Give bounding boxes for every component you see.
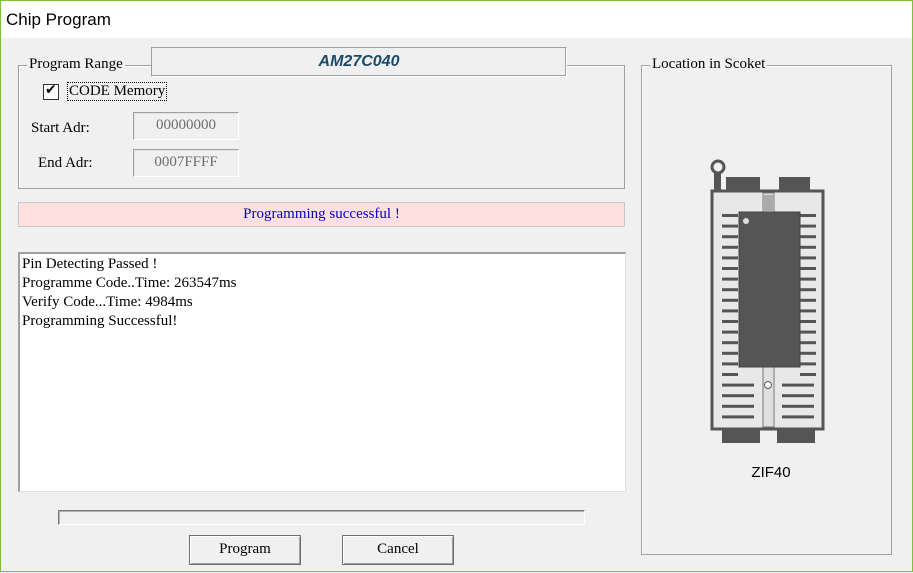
chip-name-display: AM27C040 — [151, 47, 567, 77]
chip-name: AM27C040 — [318, 53, 400, 70]
end-addr-label: End Adr: — [38, 155, 93, 171]
log-line: Verify Code...Time: 4984ms — [22, 294, 193, 310]
socket-location-group — [641, 65, 892, 555]
status-message: Programming successful ! — [243, 206, 400, 222]
start-addr-field[interactable]: 00000000 — [133, 112, 239, 140]
start-addr-value: 00000000 — [156, 117, 216, 133]
code-memory-label[interactable]: CODE Memory — [67, 82, 168, 101]
code-memory-checkbox[interactable]: ✔ — [43, 82, 59, 100]
log-line: Pin Detecting Passed ! — [22, 256, 158, 272]
cancel-button[interactable]: Cancel — [342, 535, 454, 565]
progress-bar — [58, 510, 585, 525]
log-line: Programming Successful! — [22, 313, 178, 329]
log-output[interactable]: Pin Detecting Passed ! Programme Code..T… — [18, 252, 626, 492]
title-bar[interactable]: Chip Program — [1, 1, 912, 38]
program-range-legend: Program Range — [27, 56, 125, 73]
end-addr-value: 0007FFFF — [154, 154, 218, 170]
end-addr-field[interactable]: 0007FFFF — [133, 149, 239, 177]
socket-name: ZIF40 — [751, 464, 791, 481]
log-line: Programme Code..Time: 263547ms — [22, 275, 237, 291]
socket-location-legend: Location in Scoket — [650, 56, 768, 73]
program-button[interactable]: Program — [189, 535, 301, 565]
status-banner: Programming successful ! — [18, 202, 625, 227]
start-addr-label: Start Adr: — [31, 120, 90, 136]
window-title: Chip Program — [6, 10, 111, 29]
checkmark-icon: ✔ — [45, 82, 57, 98]
chip-program-window: Chip Program Program Range AM27C040 ✔ CO… — [0, 0, 913, 572]
